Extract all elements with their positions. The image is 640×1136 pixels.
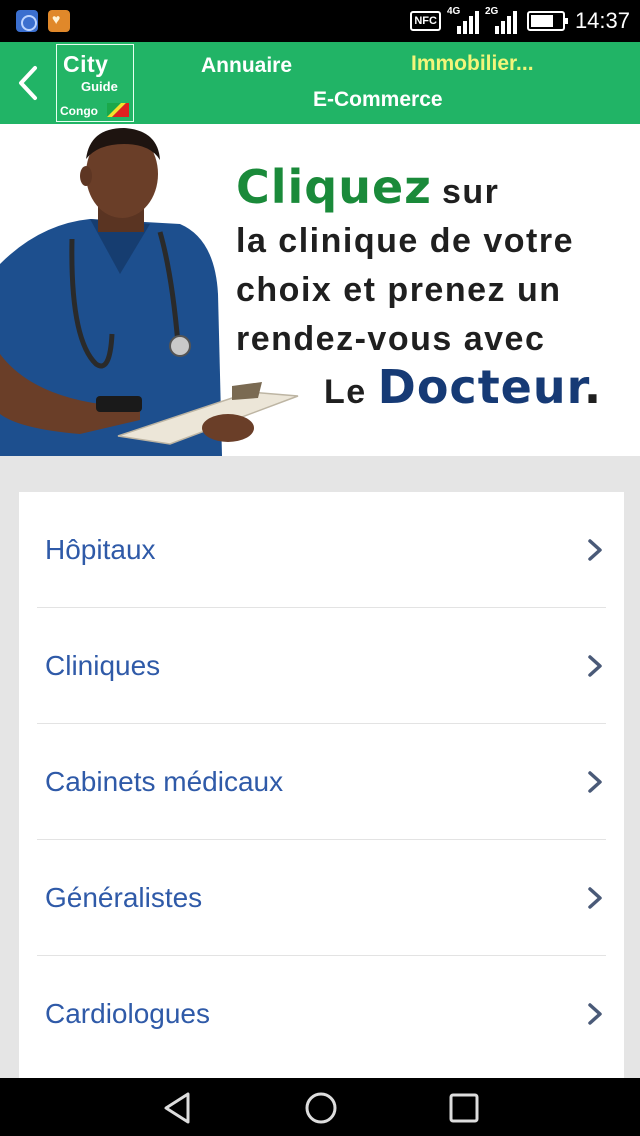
nfc-icon: NFC xyxy=(410,11,441,31)
nav-link-annuaire[interactable]: Annuaire xyxy=(201,54,292,78)
nav-link-immobilier[interactable]: Immobilier... xyxy=(411,52,534,76)
home-circle-icon xyxy=(305,1092,337,1124)
battery-icon xyxy=(526,11,568,31)
list-item-cliniques[interactable]: Cliniques xyxy=(19,608,624,724)
chevron-left-icon xyxy=(19,66,37,100)
notification-heart-app-icon xyxy=(48,10,70,32)
banner-period: . xyxy=(583,360,603,414)
logo-congo-text: Congo xyxy=(60,104,98,118)
back-triangle-icon xyxy=(164,1092,190,1124)
app-header: City Guide Congo Annuaire Immobilier... … xyxy=(0,42,640,124)
chevron-right-icon xyxy=(588,887,602,909)
signal-2g-icon: 2G xyxy=(485,6,517,34)
clock: 14:37 xyxy=(574,8,630,33)
nav-link-ecommerce[interactable]: E-Commerce xyxy=(313,88,443,112)
list-item-label: Cardiologues xyxy=(45,998,210,1029)
back-button[interactable] xyxy=(8,60,48,106)
banner-word-le: Le xyxy=(324,373,367,411)
list-item-label: Hôpitaux xyxy=(45,534,156,565)
list-item-label: Cabinets médicaux xyxy=(45,766,284,797)
category-list-area: Hôpitaux Cliniques Cabinets médicaux Gén… xyxy=(0,456,640,1092)
category-list: Hôpitaux Cliniques Cabinets médicaux Gén… xyxy=(19,492,624,1092)
system-recents-button[interactable] xyxy=(444,1090,484,1126)
promo-banner: Cliquez sur la clinique de votre choix et… xyxy=(0,124,640,456)
list-item-hopitaux[interactable]: Hôpitaux xyxy=(19,492,624,608)
notification-app-icon xyxy=(16,10,38,32)
list-item-cabinets-medicaux[interactable]: Cabinets médicaux xyxy=(19,724,624,840)
status-icons: NFC 4G 2G 14:37 xyxy=(410,6,630,36)
list-item-label: Généralistes xyxy=(45,882,203,913)
logo-city-text: City xyxy=(63,51,109,77)
city-guide-logo[interactable]: City Guide Congo xyxy=(56,44,134,122)
banner-word-sur: sur xyxy=(441,173,500,211)
banner-line-4: rendez-vous avec xyxy=(236,320,546,358)
status-bar: NFC 4G 2G 14:37 xyxy=(0,0,640,42)
chevron-right-icon xyxy=(588,771,602,793)
system-navigation-bar xyxy=(0,1078,640,1136)
chevron-right-icon xyxy=(588,539,602,561)
signal-4g-icon: 4G xyxy=(447,6,479,34)
chevron-right-icon xyxy=(588,1003,602,1025)
list-item-generalistes[interactable]: Généralistes xyxy=(19,840,624,956)
chevron-right-icon xyxy=(588,655,602,677)
banner-line-3: choix et prenez un xyxy=(236,271,562,309)
banner-word-docteur: Docteur xyxy=(377,360,584,414)
list-item-label: Cliniques xyxy=(45,650,161,681)
congo-flag-icon xyxy=(107,103,129,117)
list-item-cardiologues[interactable]: Cardiologues xyxy=(19,956,624,1072)
banner-word-cliquez: Cliquez xyxy=(236,160,432,214)
recents-square-icon xyxy=(449,1093,479,1123)
system-back-button[interactable] xyxy=(158,1090,198,1126)
logo-guide-text: Guide xyxy=(81,79,118,94)
system-home-button[interactable] xyxy=(301,1090,341,1126)
banner-line-2: la clinique de votre xyxy=(236,222,574,260)
